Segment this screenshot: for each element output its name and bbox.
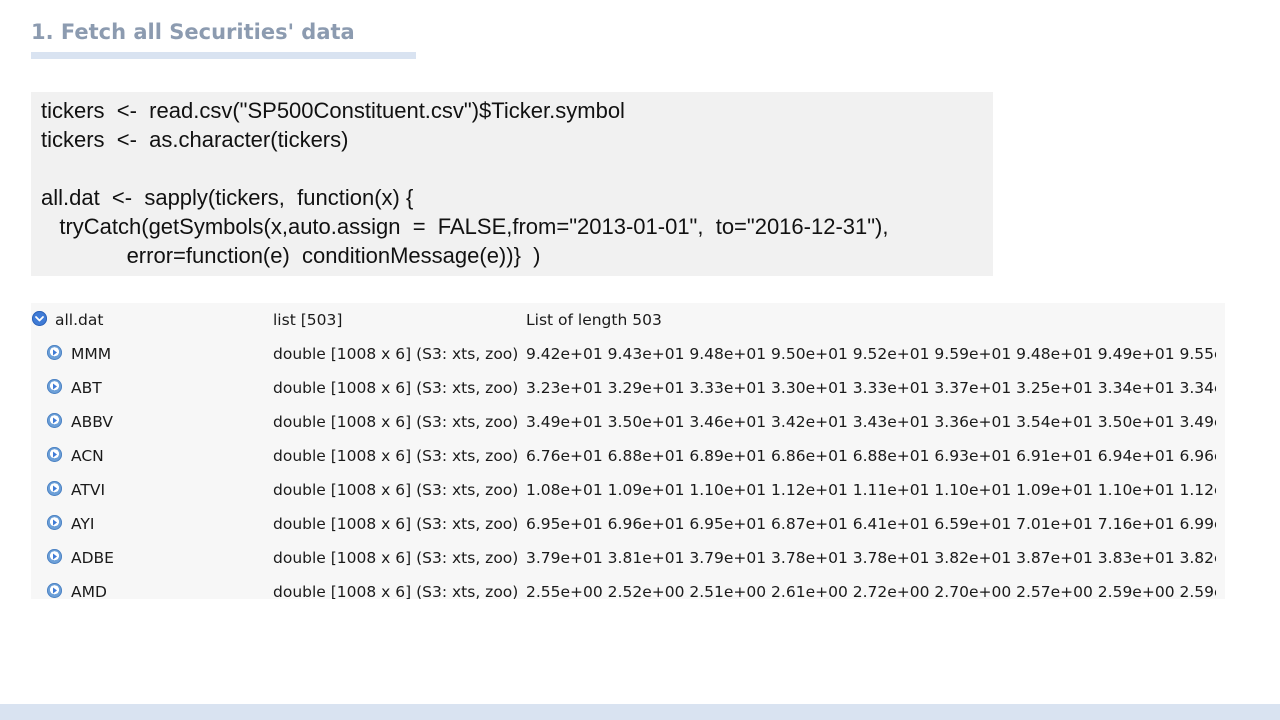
env-value: 2.55e+00 2.52e+00 2.51e+00 2.61e+00 2.72…: [526, 583, 1216, 599]
env-type: double [1008 x 6] (S3: xts, zoo): [273, 379, 519, 397]
env-type: double [1008 x 6] (S3: xts, zoo): [273, 583, 519, 599]
env-name: ABBV: [71, 413, 113, 431]
env-name: ATVI: [71, 481, 106, 499]
env-row[interactable]: ABBV double [1008 x 6] (S3: xts, zoo) 3.…: [31, 405, 1225, 439]
env-name: ACN: [71, 447, 104, 465]
expand-icon[interactable]: [47, 345, 62, 360]
code-line: tickers <- as.character(tickers): [41, 127, 349, 152]
env-name: all.dat: [55, 311, 104, 329]
env-row[interactable]: MMM double [1008 x 6] (S3: xts, zoo) 9.4…: [31, 337, 1225, 371]
expand-icon[interactable]: [47, 379, 62, 394]
expand-icon[interactable]: [47, 549, 62, 564]
env-name: MMM: [71, 345, 112, 363]
env-name: ADBE: [71, 549, 114, 567]
expand-icon[interactable]: [47, 515, 62, 530]
env-type: double [1008 x 6] (S3: xts, zoo): [273, 549, 519, 567]
env-row[interactable]: AYI double [1008 x 6] (S3: xts, zoo) 6.9…: [31, 507, 1225, 541]
collapse-icon[interactable]: [32, 311, 47, 326]
title-underline: [31, 52, 416, 59]
code-line: error=function(e) conditionMessage(e))} …: [41, 243, 541, 268]
env-type: double [1008 x 6] (S3: xts, zoo): [273, 413, 519, 431]
env-value: 3.49e+01 3.50e+01 3.46e+01 3.42e+01 3.43…: [526, 413, 1216, 431]
section-heading: 1. Fetch all Securities' data: [31, 18, 416, 60]
code-block: tickers <- read.csv("SP500Constituent.cs…: [31, 92, 993, 276]
env-row-all-dat[interactable]: all.dat list [503] List of length 503: [31, 303, 1225, 337]
section-title: 1. Fetch all Securities' data: [31, 20, 355, 44]
env-type: double [1008 x 6] (S3: xts, zoo): [273, 447, 519, 465]
expand-icon[interactable]: [47, 447, 62, 462]
code-line: tickers <- read.csv("SP500Constituent.cs…: [41, 98, 625, 123]
env-value: List of length 503: [526, 311, 662, 329]
environment-panel: all.dat list [503] List of length 503 MM…: [31, 303, 1225, 599]
env-type: list [503]: [273, 311, 343, 329]
code-line: tryCatch(getSymbols(x,auto.assign = FALS…: [41, 214, 889, 239]
env-type: double [1008 x 6] (S3: xts, zoo): [273, 345, 519, 363]
env-value: 3.79e+01 3.81e+01 3.79e+01 3.78e+01 3.78…: [526, 549, 1216, 567]
env-name: AYI: [71, 515, 95, 533]
env-value: 1.08e+01 1.09e+01 1.10e+01 1.12e+01 1.11…: [526, 481, 1216, 499]
env-type: double [1008 x 6] (S3: xts, zoo): [273, 515, 519, 533]
expand-icon[interactable]: [47, 413, 62, 428]
footer-bar: [0, 704, 1280, 720]
env-row[interactable]: ACN double [1008 x 6] (S3: xts, zoo) 6.7…: [31, 439, 1225, 473]
env-name: AMD: [71, 583, 107, 599]
code-line: all.dat <- sapply(tickers, function(x) {: [41, 185, 414, 210]
env-row[interactable]: ATVI double [1008 x 6] (S3: xts, zoo) 1.…: [31, 473, 1225, 507]
env-value: 6.76e+01 6.88e+01 6.89e+01 6.86e+01 6.88…: [526, 447, 1216, 465]
slide: 1. Fetch all Securities' data tickers <-…: [0, 0, 1280, 720]
env-value: 9.42e+01 9.43e+01 9.48e+01 9.50e+01 9.52…: [526, 345, 1216, 363]
expand-icon[interactable]: [47, 583, 62, 598]
expand-icon[interactable]: [47, 481, 62, 496]
env-type: double [1008 x 6] (S3: xts, zoo): [273, 481, 519, 499]
env-value: 6.95e+01 6.96e+01 6.95e+01 6.87e+01 6.41…: [526, 515, 1216, 533]
env-name: ABT: [71, 379, 102, 397]
env-row[interactable]: AMD double [1008 x 6] (S3: xts, zoo) 2.5…: [31, 575, 1225, 599]
env-row[interactable]: ADBE double [1008 x 6] (S3: xts, zoo) 3.…: [31, 541, 1225, 575]
env-row[interactable]: ABT double [1008 x 6] (S3: xts, zoo) 3.2…: [31, 371, 1225, 405]
env-value: 3.23e+01 3.29e+01 3.33e+01 3.30e+01 3.33…: [526, 379, 1216, 397]
